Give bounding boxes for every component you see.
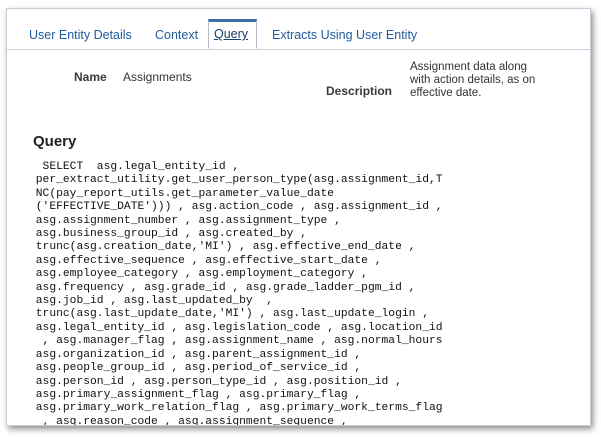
query-line: asg.frequency , asg.grade_id , asg.grade…: [29, 281, 416, 294]
query-line: NC(pay_report_utils.get_parameter_value_…: [29, 187, 335, 200]
query-line: asg.job_id , asg.last_updated_by ,: [29, 295, 274, 308]
tab-user-entity-details[interactable]: User Entity Details: [29, 28, 132, 42]
query-line: SELECT asg.legal_entity_id ,: [29, 161, 240, 173]
query-line: ('EFFECTIVE_DATE'))) , asg.action_code ,…: [29, 201, 443, 214]
query-line: asg.person_id , asg.person_type_id , asg…: [29, 375, 402, 388]
query-line: trunc(asg.creation_date,'MI') , asg.effe…: [29, 241, 416, 254]
query-line: , asg.reason_code , asg.assignment_seque…: [29, 415, 348, 426]
query-line: asg.employee_category , asg.employment_c…: [29, 268, 368, 281]
query-line: trunc(asg.last_update_date,'MI') , asg.l…: [29, 308, 429, 321]
name-label: Name: [74, 70, 107, 84]
query-line: , asg.manager_flag , asg.assignment_name…: [29, 335, 443, 348]
name-value: Assignments: [123, 70, 192, 84]
query-line: asg.people_group_id , asg.period_of_serv…: [29, 362, 362, 375]
query-text: SELECT asg.legal_entity_id , per_extract…: [29, 161, 589, 426]
query-line: asg.primary_work_relation_flag , asg.pri…: [29, 402, 443, 415]
query-line: per_extract_utility.get_user_person_type…: [29, 174, 443, 187]
tab-extracts-using-user-entity[interactable]: Extracts Using User Entity: [272, 28, 417, 42]
tab-query[interactable]: Query: [208, 19, 257, 49]
tab-query-label: Query: [214, 27, 249, 41]
tab-context[interactable]: Context: [155, 28, 198, 42]
query-line: asg.business_group_id , asg.created_by ,: [29, 228, 307, 241]
query-section-title: Query: [33, 133, 77, 150]
description-value: Assignment data along with action detail…: [410, 61, 536, 99]
query-line: asg.primary_assignment_flag , asg.primar…: [29, 388, 362, 401]
query-line: asg.legal_entity_id , asg.legislation_co…: [29, 321, 443, 334]
query-line: asg.assignment_number , asg.assignment_t…: [29, 214, 341, 227]
description-label: Description: [326, 84, 393, 98]
tab-bar: User Entity Details Context Query Extrac…: [7, 9, 590, 50]
user-entity-window: User Entity Details Context Query Extrac…: [6, 8, 591, 426]
query-line: asg.organization_id , asg.parent_assignm…: [29, 348, 362, 361]
query-line: asg.effective_sequence , asg.effective_s…: [29, 254, 382, 267]
